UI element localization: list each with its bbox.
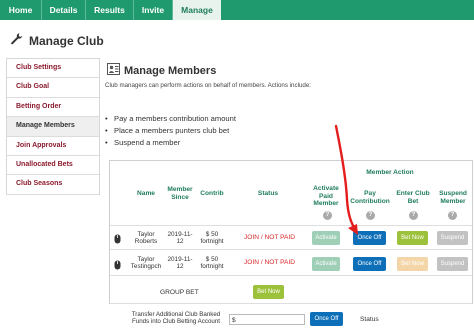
tab-home[interactable]: Home xyxy=(0,0,42,20)
help-icon[interactable]: ? xyxy=(366,211,375,220)
sidebar: Club Settings Club Goal Betting Order Ma… xyxy=(6,58,100,195)
column-header-pay-contribution: Pay Contribution xyxy=(350,190,390,205)
member-name: Taylor Roberts xyxy=(134,231,158,246)
sidebar-item-manage-members[interactable]: Manage Members xyxy=(7,117,99,137)
member-name: Taylor Testingpch xyxy=(130,256,162,271)
members-icon xyxy=(107,62,120,80)
activate-button[interactable]: Activate xyxy=(312,257,340,271)
once-off-button[interactable]: Once Off xyxy=(353,231,386,245)
group-bet-now-button[interactable]: Bet Now xyxy=(253,285,284,299)
member-contrib: $ 50 fortnight xyxy=(200,256,224,271)
mouse-icon xyxy=(114,231,121,249)
sidebar-item-club-seasons[interactable]: Club Seasons xyxy=(7,175,99,195)
wrench-icon xyxy=(10,32,24,51)
help-icon[interactable]: ? xyxy=(409,211,418,220)
member-status: JOIN / NOT PAID xyxy=(244,259,296,266)
bet-now-button[interactable]: Bet Now xyxy=(397,231,428,245)
transfer-status-label: Status xyxy=(360,316,379,323)
member-contrib: $ 50 fortnight xyxy=(200,231,224,246)
help-icon[interactable]: ? xyxy=(323,211,332,220)
section-header: Manage Members xyxy=(107,62,217,80)
tab-manage[interactable]: Manage xyxy=(173,0,221,20)
sidebar-item-club-settings[interactable]: Club Settings xyxy=(7,59,99,79)
sidebar-item-join-approvals[interactable]: Join Approvals xyxy=(7,136,99,156)
row-divider xyxy=(110,225,472,226)
action-list: Pay a members contribution amount Place … xyxy=(105,113,236,149)
sidebar-item-club-goal[interactable]: Club Goal xyxy=(7,78,99,98)
member-action-header: Member Action xyxy=(366,169,414,176)
member-since: 2019-11-12 xyxy=(167,231,193,246)
activate-button[interactable]: Activate xyxy=(312,231,340,245)
once-off-button[interactable]: Once Off xyxy=(353,257,386,271)
column-header-status: Status xyxy=(257,190,279,197)
column-header-activate: Activate Paid Member xyxy=(313,185,339,208)
section-description: Club managers can perform actions on beh… xyxy=(105,82,312,89)
page-header: Manage Club xyxy=(10,32,104,51)
page-title: Manage Club xyxy=(29,34,104,48)
column-header-enter-club-bet: Enter Club Bet xyxy=(396,190,430,205)
member-status: JOIN / NOT PAID xyxy=(244,234,296,241)
sidebar-item-unallocated-bets[interactable]: Unallocated Bets xyxy=(7,155,99,176)
row-divider xyxy=(110,249,472,250)
transfer-amount-input[interactable]: $ xyxy=(229,314,305,325)
top-nav: Home Details Results Invite Manage xyxy=(0,0,474,20)
list-item: Suspend a member xyxy=(105,137,236,149)
column-header-contrib: Contrib xyxy=(200,190,224,197)
member-since: 2019-11-12 xyxy=(167,256,193,271)
row-divider xyxy=(110,275,472,276)
bet-now-button[interactable]: Bet Now xyxy=(397,257,428,271)
tab-invite[interactable]: Invite xyxy=(134,0,173,20)
row-divider xyxy=(110,303,472,304)
column-header-name: Name xyxy=(137,190,155,197)
suspend-button[interactable]: Suspend xyxy=(437,231,468,245)
sidebar-item-betting-order[interactable]: Betting Order xyxy=(7,97,99,118)
column-header-suspend: Suspend Member xyxy=(439,190,467,205)
section-title: Manage Members xyxy=(124,65,217,77)
column-header-member-since: Member Since xyxy=(167,186,193,201)
members-table: Member Action Name Member Since Contrib … xyxy=(109,160,473,304)
transfer-description: Transfer Additional Club Banked Funds in… xyxy=(131,311,221,326)
help-icon[interactable]: ? xyxy=(448,211,457,220)
list-item: Pay a members contribution amount xyxy=(105,113,236,125)
tab-results[interactable]: Results xyxy=(86,0,134,20)
transfer-once-off-button[interactable]: Once Off xyxy=(310,312,343,326)
group-bet-label: GROUP BET xyxy=(160,289,199,296)
suspend-button[interactable]: Suspend xyxy=(437,257,468,271)
tab-details[interactable]: Details xyxy=(42,0,86,20)
list-item: Place a members punters club bet xyxy=(105,125,236,137)
mouse-icon xyxy=(114,257,121,275)
